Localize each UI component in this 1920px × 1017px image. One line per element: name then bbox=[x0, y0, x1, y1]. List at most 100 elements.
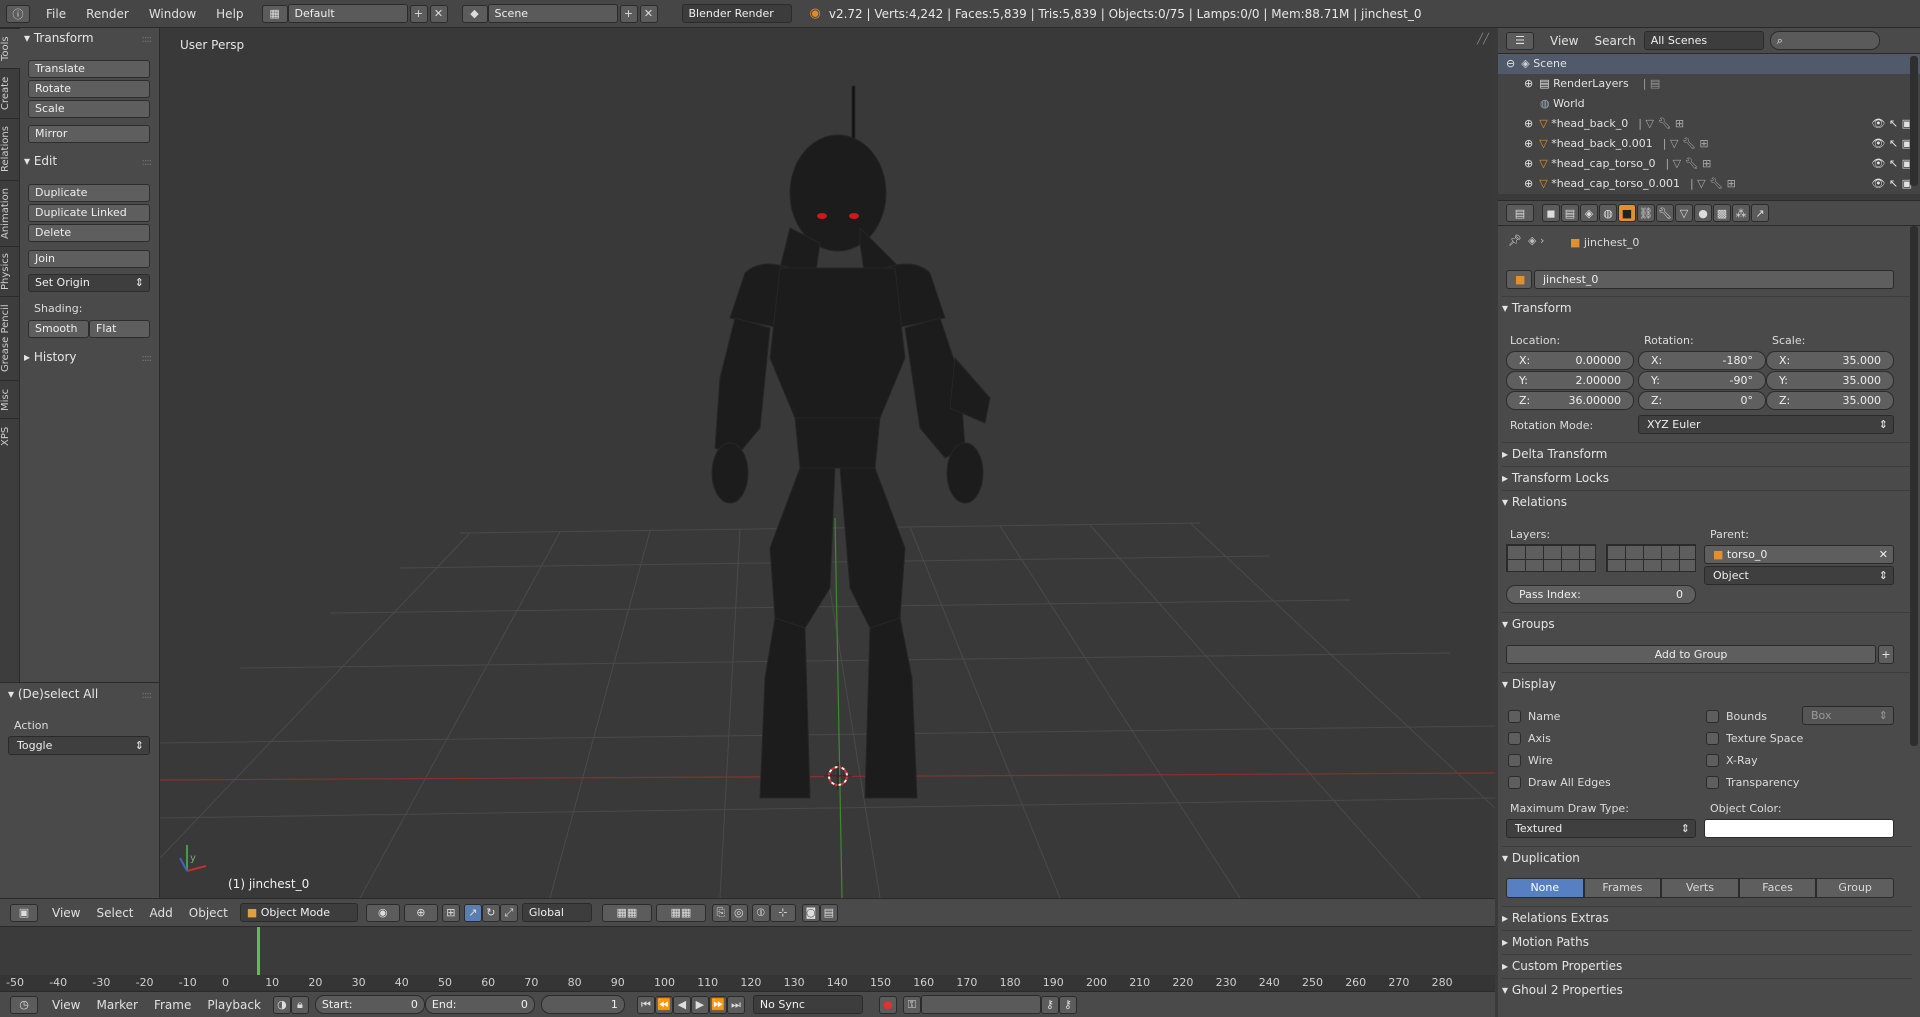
outliner-search-input[interactable]: ⌕ bbox=[1769, 31, 1880, 50]
current-frame-indicator[interactable] bbox=[257, 927, 260, 977]
render-engine-select[interactable]: Blender Render bbox=[681, 4, 792, 23]
scale-z-field[interactable]: Z: 35.000 bbox=[1766, 391, 1894, 410]
transform-orientation-select[interactable]: Global bbox=[521, 903, 592, 922]
3d-viewport[interactable]: y User Persp (1) jinchest_0 ╱╱ bbox=[160, 28, 1495, 898]
menu-render[interactable]: Render bbox=[76, 7, 139, 21]
edit-panel-header[interactable]: ▾ Edit bbox=[24, 154, 57, 168]
relations-section-header[interactable]: ▾ Relations bbox=[1502, 490, 1912, 512]
parent-field[interactable]: ■ torso_0 ✕ bbox=[1704, 545, 1894, 564]
dup-group-button[interactable]: Group bbox=[1816, 878, 1894, 898]
lock-layers-icon[interactable]: ⎘ bbox=[711, 903, 730, 922]
menu-file[interactable]: File bbox=[36, 7, 76, 21]
constraints-tab-icon[interactable]: ⛓︎ bbox=[1637, 204, 1655, 222]
tab-create[interactable]: Create bbox=[0, 68, 20, 118]
rotate-manipulator-icon[interactable]: ↻ bbox=[481, 903, 500, 922]
dup-verts-button[interactable]: Verts bbox=[1661, 878, 1739, 898]
physics-tab-icon[interactable]: ↗ bbox=[1751, 204, 1769, 222]
remove-layout-icon[interactable]: ✕ bbox=[429, 4, 448, 23]
object-name-field[interactable]: jinchest_0 bbox=[1534, 270, 1894, 289]
opengl-anim-icon[interactable]: ▤ bbox=[819, 903, 838, 922]
location-y-field[interactable]: Y: 2.00000 bbox=[1506, 371, 1634, 390]
texture-space-checkbox[interactable] bbox=[1706, 732, 1719, 745]
transform-panel-header[interactable]: ▾ Transform bbox=[24, 31, 94, 45]
tl-menu-playback[interactable]: Playback bbox=[199, 998, 269, 1012]
info-editor-icon[interactable]: ⓘ bbox=[6, 4, 30, 23]
display-section-header[interactable]: ▾ Display bbox=[1502, 672, 1912, 694]
visibility-icons[interactable]: 👁︎ ↖ ▣ bbox=[1871, 134, 1912, 154]
rotation-y-field[interactable]: Y: -90° bbox=[1638, 371, 1766, 390]
outliner-row-object[interactable]: ⊕ ▽ *head_back_0 | ▽ 🔧︎ ⊞ 👁︎ ↖ ▣ bbox=[1498, 114, 1920, 134]
pivot-point-icon[interactable]: ⊕ bbox=[403, 903, 438, 922]
expand-icon[interactable]: ⊕ bbox=[1524, 137, 1533, 150]
record-icon[interactable]: ● bbox=[878, 995, 897, 1014]
display-mode-select[interactable]: All Scenes bbox=[1643, 31, 1764, 50]
max-draw-select[interactable]: Textured ⇕ bbox=[1506, 819, 1696, 838]
scene-layers-icon[interactable]: ▦▦ bbox=[601, 903, 652, 922]
pass-index-field[interactable]: Pass Index: 0 bbox=[1506, 585, 1696, 604]
outliner-row-object[interactable]: ⊕ ▽ *head_cap_torso_0 | ▽ 🔧︎ ⊞ 👁︎ ↖ ▣ bbox=[1498, 154, 1920, 174]
duplicate-button[interactable]: Duplicate bbox=[28, 184, 150, 202]
remove-scene-icon[interactable]: ✕ bbox=[639, 4, 658, 23]
sync-mode-select[interactable]: No Sync bbox=[752, 995, 863, 1014]
menu-select[interactable]: Select bbox=[88, 906, 141, 920]
delta-transform-section[interactable]: ▸ Delta Transform bbox=[1502, 442, 1912, 464]
collapse-icon[interactable]: ⊖ bbox=[1506, 57, 1515, 70]
bounds-checkbox[interactable] bbox=[1706, 710, 1719, 723]
add-scene-icon[interactable]: + bbox=[619, 4, 638, 23]
end-frame-field[interactable]: End: 0 bbox=[424, 995, 535, 1014]
pin-icon[interactable]: 📌︎ bbox=[1508, 234, 1522, 247]
name-checkbox[interactable] bbox=[1508, 710, 1521, 723]
layers-grid-a[interactable] bbox=[1506, 544, 1596, 572]
preview-range-icon[interactable]: ◑ bbox=[272, 995, 291, 1014]
tab-grease-pencil[interactable]: Grease Pencil bbox=[0, 296, 20, 380]
parent-type-select[interactable]: Object ⇕ bbox=[1704, 566, 1894, 585]
outliner-row-object[interactable]: ⊕ ▽ *head_cap_torso_0.001 | ▽ 🔧︎ ⊞ 👁︎ ↖ ▣ bbox=[1498, 174, 1920, 194]
new-group-icon[interactable]: + bbox=[1878, 645, 1894, 664]
menu-add[interactable]: Add bbox=[142, 906, 181, 920]
axis-checkbox[interactable] bbox=[1508, 732, 1521, 745]
transform-locks-section[interactable]: ▸ Transform Locks bbox=[1502, 466, 1912, 488]
properties-editor-icon[interactable]: ▤ bbox=[1506, 204, 1534, 222]
3d-cursor-icon[interactable] bbox=[824, 762, 852, 790]
panel-grip-icon[interactable]: :::: bbox=[142, 157, 153, 168]
tab-physics[interactable]: Physics bbox=[0, 246, 20, 296]
scene-layers-2-icon[interactable]: ▦▦ bbox=[655, 903, 706, 922]
add-layout-icon[interactable]: + bbox=[409, 4, 428, 23]
scene-field[interactable]: Scene bbox=[487, 4, 618, 23]
current-frame-field[interactable]: 1 bbox=[540, 995, 625, 1014]
bounds-type-select[interactable]: Box ⇕ bbox=[1802, 706, 1894, 725]
location-x-field[interactable]: X: 0.00000 bbox=[1506, 351, 1634, 370]
panel-grip-icon[interactable]: :::: bbox=[142, 353, 153, 364]
screen-layout-field[interactable]: Default bbox=[287, 4, 408, 23]
tab-animation[interactable]: Animation bbox=[0, 180, 20, 246]
deselect-all-header[interactable]: ▾ (De)select All bbox=[8, 687, 98, 701]
expand-icon[interactable]: ⊕ bbox=[1524, 77, 1533, 90]
transparency-checkbox[interactable] bbox=[1706, 776, 1719, 789]
proportional-edit-icon[interactable]: ◎ bbox=[729, 903, 748, 922]
layout-grid-icon[interactable]: ▦ bbox=[261, 4, 288, 23]
menu-view[interactable]: View bbox=[44, 906, 88, 920]
menu-help[interactable]: Help bbox=[206, 7, 253, 21]
dup-none-button[interactable]: None bbox=[1506, 878, 1584, 898]
clock-icon[interactable]: ◷ bbox=[10, 995, 38, 1014]
play-icon[interactable]: ▶ bbox=[690, 995, 709, 1014]
outliner-row-scene[interactable]: ⊖ ◈ Scene bbox=[1498, 54, 1920, 74]
jump-keyframe-forward-icon[interactable]: ⏩ bbox=[708, 995, 727, 1014]
outliner-menu-view[interactable]: View bbox=[1542, 34, 1586, 48]
panel-grip-icon[interactable]: :::: bbox=[142, 34, 153, 45]
set-origin-select[interactable]: Set Origin ⇕ bbox=[28, 274, 150, 292]
visibility-icons[interactable]: 👁︎ ↖ ▣ bbox=[1871, 154, 1912, 174]
location-z-field[interactable]: Z: 36.00000 bbox=[1506, 391, 1634, 410]
rotate-button[interactable]: Rotate bbox=[28, 80, 150, 98]
render-tab-icon[interactable]: ◼ bbox=[1542, 204, 1560, 222]
insert-keyframe-icon[interactable]: ⚷ bbox=[1040, 995, 1059, 1014]
layers-grid-b[interactable] bbox=[1606, 544, 1696, 572]
object-color-swatch[interactable] bbox=[1704, 819, 1894, 838]
panel-grip-icon[interactable]: :::: bbox=[142, 690, 153, 701]
scale-manipulator-icon[interactable]: ⤢ bbox=[499, 903, 518, 922]
properties-scrollbar[interactable] bbox=[1910, 226, 1918, 746]
rotation-x-field[interactable]: X: -180° bbox=[1638, 351, 1766, 370]
interaction-mode-select[interactable]: ■ Object Mode bbox=[239, 903, 358, 922]
delete-button[interactable]: Delete bbox=[28, 224, 150, 242]
action-select[interactable]: Toggle ⇕ bbox=[8, 736, 150, 755]
